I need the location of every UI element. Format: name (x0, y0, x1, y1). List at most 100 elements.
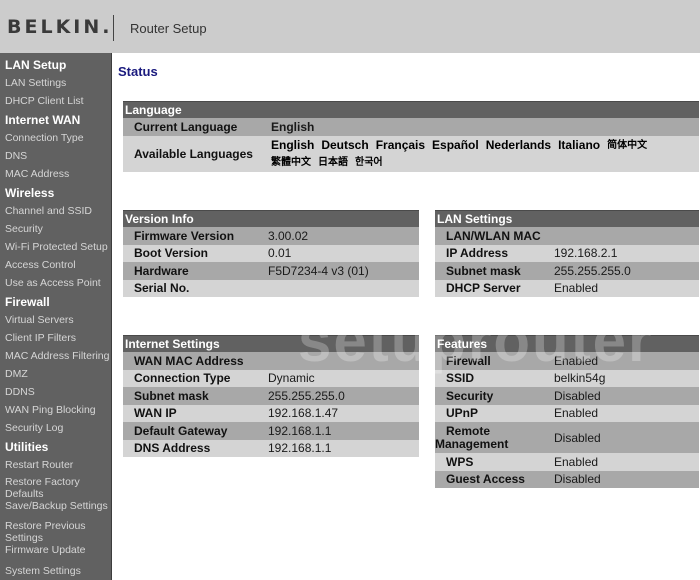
belkin-logo[interactable]: BELKIN. (7, 16, 112, 38)
nav-item-save-backup-settings[interactable]: Save/Backup Settings (0, 500, 111, 514)
lan-settings-panel: LAN Settings LAN/WLAN MAC IP Address 192… (435, 210, 699, 297)
language-link-english[interactable]: English (271, 137, 314, 154)
lan-settings-header: LAN Settings (435, 210, 699, 227)
language-link-espanol[interactable]: Español (432, 137, 479, 154)
language-link-korean[interactable]: 한국어 (355, 154, 383, 171)
available-languages-list: English Deutsch Français Español Nederla… (271, 137, 691, 171)
nav-item-mac-address-filtering[interactable]: MAC Address Filtering (0, 347, 111, 365)
internet-row: WAN MAC Address (123, 352, 419, 370)
firewall-value: Enabled (554, 353, 599, 368)
nav-item-virtual-servers[interactable]: Virtual Servers (0, 311, 111, 329)
language-panel-header: Language (123, 101, 699, 118)
language-link-simplified-chinese[interactable]: 简体中文 (607, 137, 647, 154)
nav-item-security-log[interactable]: Security Log (0, 419, 111, 437)
nav-item-system-settings[interactable]: System Settings (0, 562, 111, 580)
nav-item-restore-previous-settings[interactable]: Restore Previous Settings (0, 518, 108, 544)
nav-item-lan-settings[interactable]: LAN Settings (0, 74, 111, 92)
version-row: Boot Version 0.01 (123, 244, 419, 262)
upnp-label: UPnP (446, 406, 479, 421)
remote-management-label: Remote Management (435, 423, 509, 451)
lan-wlan-mac-label: LAN/WLAN MAC (446, 228, 541, 243)
features-panel: Features Firewall Enabled SSID belkin54g… (435, 335, 699, 488)
default-gateway-value: 192.168.1.1 (268, 423, 332, 438)
feature-row: SSID belkin54g (435, 369, 699, 387)
firewall-label: Firewall (446, 353, 491, 368)
language-link-italiano[interactable]: Italiano (558, 137, 600, 154)
internet-row: Default Gateway 192.168.1.1 (123, 422, 419, 440)
nav-item-dns[interactable]: DNS (0, 147, 111, 165)
nav-item-ddns[interactable]: DDNS (0, 383, 111, 401)
language-link-nederlands[interactable]: Nederlands (486, 137, 551, 154)
internet-row: DNS Address 192.168.1.1 (123, 439, 419, 457)
ssid-label: SSID (446, 371, 475, 386)
header-bar: BELKIN. Router Setup (0, 0, 700, 53)
nav-section-firewall: Firewall (5, 295, 50, 309)
guest-access-label: Guest Access (446, 472, 525, 487)
version-row: Serial No. (123, 279, 419, 297)
main-content: Status Language Current Language English… (113, 53, 700, 580)
nav-item-connection-type[interactable]: Connection Type (0, 129, 111, 147)
default-gateway-label: Default Gateway (134, 423, 228, 438)
nav-item-channel-and-ssid[interactable]: Channel and SSID (0, 202, 111, 220)
nav-item-wireless-security[interactable]: Security (0, 220, 111, 238)
current-language-value: English (271, 120, 315, 134)
available-languages-label: Available Languages (134, 147, 253, 161)
security-value: Disabled (554, 388, 601, 403)
nav-item-wifi-protected-setup[interactable]: Wi-Fi Protected Setup (0, 238, 111, 256)
nav-item-wan-ping-blocking[interactable]: WAN Ping Blocking (0, 401, 111, 419)
nav-item-dmz[interactable]: DMZ (0, 365, 111, 383)
dns-address-value: 192.168.1.1 (268, 441, 332, 456)
guest-access-value: Disabled (554, 472, 601, 487)
nav-section-lan-setup: LAN Setup (5, 58, 67, 72)
nav-item-restart-router[interactable]: Restart Router (0, 456, 111, 474)
language-link-traditional-chinese[interactable]: 繁體中文 (271, 154, 311, 171)
nav-item-restore-factory-defaults[interactable]: Restore Factory Defaults (0, 474, 108, 500)
version-row: Hardware F5D7234-4 v3 (01) (123, 262, 419, 280)
feature-row: Security Disabled (435, 387, 699, 405)
dns-address-label: DNS Address (134, 441, 211, 456)
dhcp-server-label: DHCP Server (446, 281, 521, 296)
lan-ip-address-label: IP Address (446, 246, 509, 261)
language-link-japanese[interactable]: 日本語 (318, 154, 348, 171)
language-link-deutsch[interactable]: Deutsch (321, 137, 368, 154)
ssid-value: belkin54g (554, 371, 606, 386)
boot-version-value: 0.01 (268, 246, 292, 261)
dhcp-server-value: Enabled (554, 281, 599, 296)
internet-row: Connection Type Dynamic (123, 369, 419, 387)
upnp-value: Enabled (554, 406, 599, 421)
nav-item-dhcp-client-list[interactable]: DHCP Client List (0, 92, 111, 110)
nav-item-access-control[interactable]: Access Control (0, 256, 111, 274)
serial-no-label: Serial No. (134, 281, 190, 296)
wps-value: Enabled (554, 454, 599, 469)
language-link-francais[interactable]: Français (376, 137, 425, 154)
current-language-row: Current Language English (123, 118, 699, 136)
wan-ip-label: WAN IP (134, 406, 177, 421)
firmware-version-label: Firmware Version (134, 228, 235, 243)
internet-settings-header: Internet Settings (123, 335, 419, 352)
feature-row: UPnP Enabled (435, 404, 699, 422)
nav-item-mac-address[interactable]: MAC Address (0, 165, 111, 183)
current-language-label: Current Language (134, 120, 238, 134)
lan-row: LAN/WLAN MAC (435, 227, 699, 245)
connection-type-value: Dynamic (268, 371, 315, 386)
nav-item-use-as-access-point[interactable]: Use as Access Point (0, 274, 111, 292)
wan-ip-value: 192.168.1.47 (268, 406, 339, 421)
features-header: Features (435, 335, 699, 352)
lan-row: IP Address 192.168.2.1 (435, 244, 699, 262)
lan-subnet-mask-value: 255.255.255.0 (554, 263, 631, 278)
feature-row: Firewall Enabled (435, 352, 699, 370)
nav-section-internet-wan: Internet WAN (5, 113, 81, 127)
remote-management-value: Disabled (554, 430, 601, 445)
nav-item-client-ip-filters[interactable]: Client IP Filters (0, 329, 111, 347)
logo-divider (113, 15, 114, 41)
language-panel: Language Current Language English Availa… (123, 101, 699, 172)
nav-section-wireless: Wireless (5, 186, 55, 200)
wps-label: WPS (446, 454, 474, 469)
security-label: Security (446, 388, 494, 403)
nav-item-firmware-update[interactable]: Firmware Update (0, 544, 111, 558)
feature-row: WPS Enabled (435, 453, 699, 471)
internet-row: WAN IP 192.168.1.47 (123, 404, 419, 422)
version-info-header: Version Info (123, 210, 419, 227)
router-setup-page: BELKIN. Router Setup LAN Setup LAN Setti… (0, 0, 700, 580)
hardware-label: Hardware (134, 263, 189, 278)
